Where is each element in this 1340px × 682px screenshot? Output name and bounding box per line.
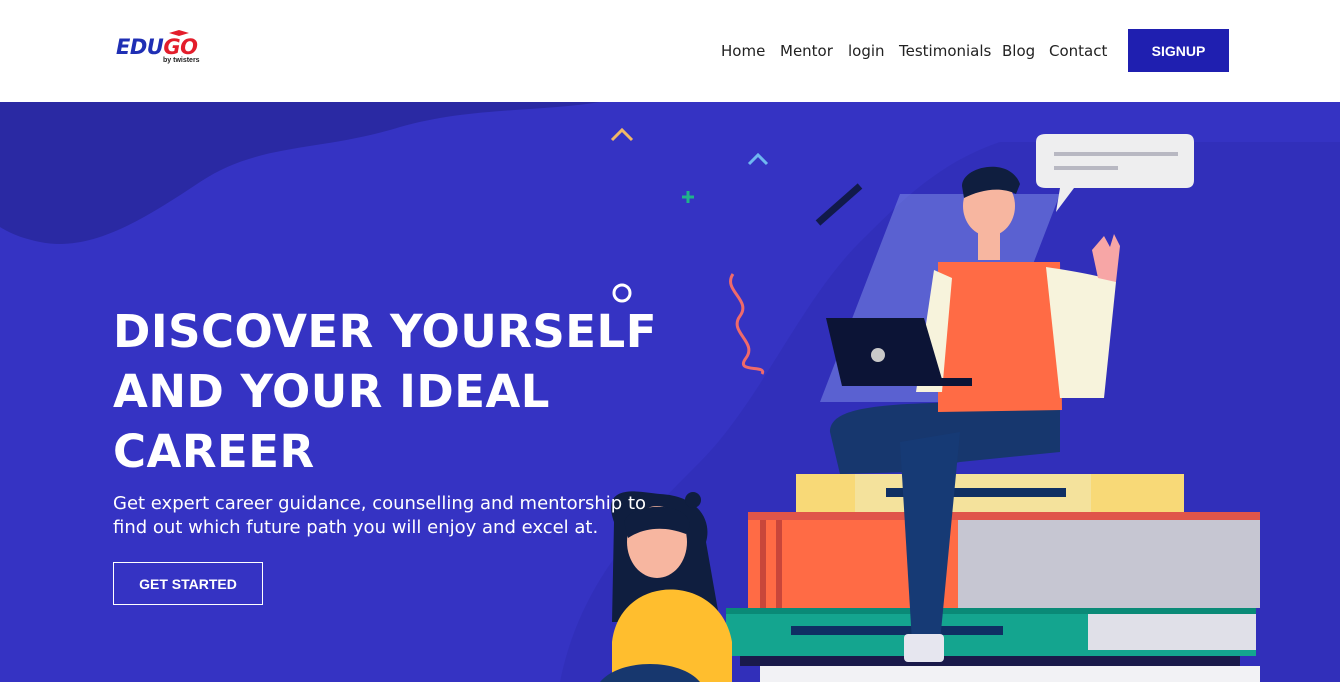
hero-section: DISCOVER YOURSELF AND YOUR IDEAL CAREER … [0,102,1340,682]
hero-subtext: Get expert career guidance, counselling … [113,493,647,538]
dash-shape [815,183,863,226]
nav-login[interactable]: login [848,41,885,61]
nav-mentor[interactable]: Mentor [780,41,833,61]
ring-shape [612,283,632,303]
signup-button[interactable]: SIGNUP [1128,29,1229,72]
nav-home[interactable]: Home [721,41,765,61]
chevron-up-icon-blue [747,152,769,166]
nav-contact[interactable]: Contact [1049,41,1107,61]
hero-headline: DISCOVER YOURSELF AND YOUR IDEAL CAREER [113,302,673,482]
headline-line-2: AND YOUR IDEAL [113,365,550,418]
headline-line-1: DISCOVER YOURSELF [113,305,657,358]
nav-testimonials[interactable]: Testimonials [899,41,991,61]
squiggle-shape [729,273,765,375]
chevron-up-icon-orange [610,127,634,142]
headline-line-3: CAREER [113,425,315,478]
get-started-button[interactable]: GET STARTED [113,562,263,605]
nav-blog[interactable]: Blog [1002,41,1035,61]
navbar: EDUGO by twisters Home Mentor login Test… [0,0,1340,102]
plus-icon [682,191,694,203]
